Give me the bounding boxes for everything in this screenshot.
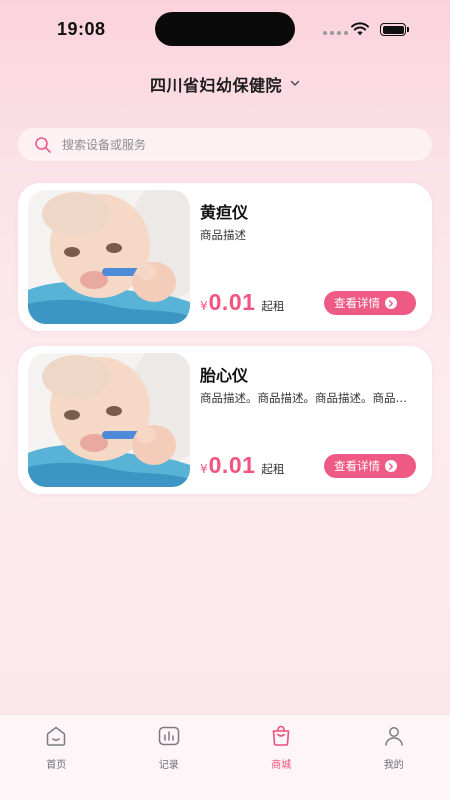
chevron-right-icon <box>385 297 397 309</box>
chevron-down-icon <box>290 80 300 86</box>
hospital-name: 四川省妇幼保健院 <box>149 76 282 95</box>
price-unit: 起租 <box>261 462 285 476</box>
tab-mall[interactable]: 商城 <box>225 715 338 800</box>
product-description: 商品描述 <box>200 228 246 242</box>
chart-icon <box>158 726 179 746</box>
tab-label: 首页 <box>46 760 67 771</box>
currency-symbol: ¥ <box>200 299 208 313</box>
product-image <box>28 190 190 324</box>
product-card[interactable]: 黄疸仪 商品描述 ¥ 0.01 起租 查看详情 <box>18 183 432 331</box>
view-details-button[interactable]: 查看详情 <box>324 291 416 315</box>
product-price: ¥ 0.01 起租 <box>200 289 284 316</box>
status-bar: 19:08 <box>0 0 450 60</box>
user-icon <box>385 727 403 746</box>
view-details-button[interactable]: 查看详情 <box>324 454 416 478</box>
currency-symbol: ¥ <box>200 462 208 476</box>
dynamic-island <box>155 12 295 46</box>
battery-icon <box>380 23 409 36</box>
product-price: ¥ 0.01 起租 <box>200 452 284 479</box>
view-details-label: 查看详情 <box>334 459 380 473</box>
wifi-icon <box>351 22 369 36</box>
tab-label: 商城 <box>271 760 292 771</box>
tab-records[interactable]: 记录 <box>113 715 226 800</box>
chevron-right-icon <box>385 460 397 472</box>
status-time: 19:08 <box>57 19 106 39</box>
search-input[interactable] <box>62 137 382 152</box>
tab-profile[interactable]: 我的 <box>338 715 450 800</box>
hospital-selector[interactable]: 四川省妇幼保健院 <box>0 72 450 96</box>
price-unit: 起租 <box>261 299 285 313</box>
search-icon <box>35 136 51 153</box>
tab-label: 我的 <box>383 760 404 771</box>
home-icon <box>47 726 66 746</box>
product-name: 胎心仪 <box>200 366 249 385</box>
tab-label: 记录 <box>158 760 179 771</box>
product-description: 商品描述。商品描述。商品描述。商品描述。 <box>200 391 414 405</box>
signal-dots-icon <box>323 31 348 35</box>
product-image <box>28 353 190 487</box>
view-details-label: 查看详情 <box>334 296 380 310</box>
tab-bar: 首页 记录 商城 我的 <box>0 714 450 800</box>
product-name: 黄疸仪 <box>200 203 249 222</box>
tab-home[interactable]: 首页 <box>0 715 113 800</box>
product-card[interactable]: 胎心仪 商品描述。商品描述。商品描述。商品描述。 ¥ 0.01 起租 查看详情 <box>18 346 432 494</box>
price-amount: 0.01 <box>208 452 256 478</box>
search-bar[interactable] <box>18 128 432 161</box>
price-amount: 0.01 <box>208 289 256 315</box>
shopping-bag-icon <box>272 725 290 746</box>
